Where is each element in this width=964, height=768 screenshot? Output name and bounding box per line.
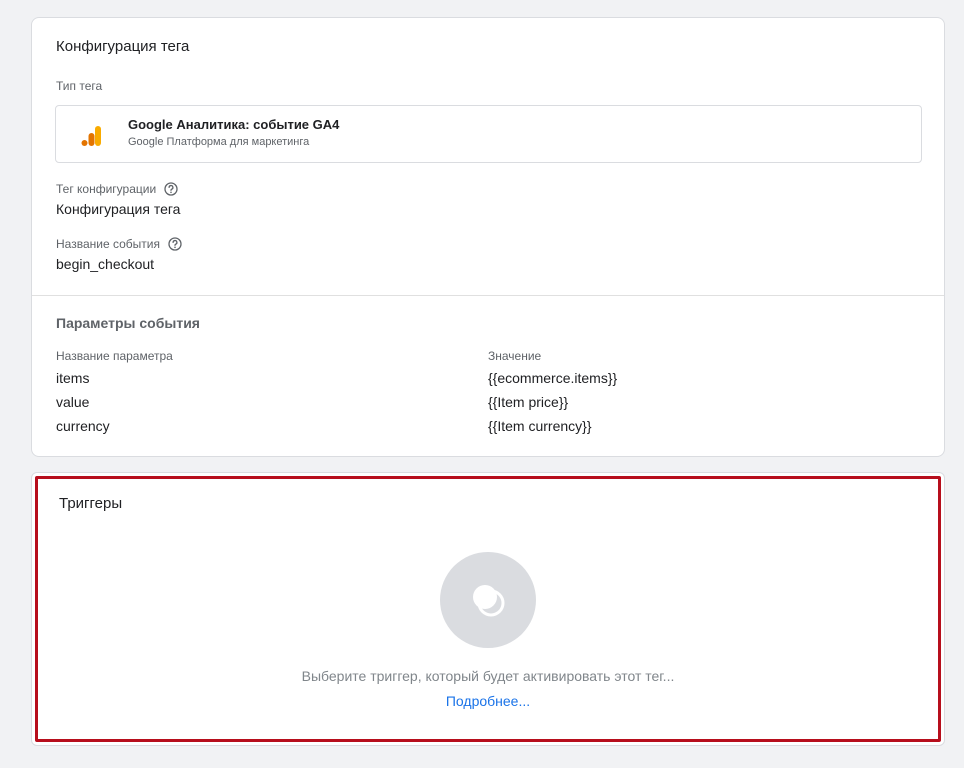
event-params-title: Параметры события xyxy=(56,315,200,331)
trigger-icon xyxy=(473,585,505,617)
param-value-header: Значение xyxy=(488,349,542,363)
config-tag-label: Тег конфигурации xyxy=(56,182,178,196)
help-icon[interactable] xyxy=(168,237,182,251)
tag-type-label-text: Тип тега xyxy=(56,79,103,93)
tag-type-selector[interactable]: Google Аналитика: событие GA4 Google Пла… xyxy=(55,105,922,163)
learn-more-link[interactable]: Подробнее... xyxy=(38,693,938,709)
tag-type-name: Google Аналитика: событие GA4 xyxy=(128,117,340,132)
section-divider xyxy=(32,295,944,296)
config-tag-label-text: Тег конфигурации xyxy=(56,182,157,196)
event-name-value: begin_checkout xyxy=(56,256,155,272)
triggers-highlight-frame[interactable]: Триггеры Выберите триггер, который будет… xyxy=(35,476,941,742)
param-value-cell: {{ecommerce.items}} xyxy=(488,370,618,386)
tag-configuration-card[interactable]: Конфигурация тега Тип тега Google Аналит… xyxy=(31,17,945,457)
event-name-label-text: Название события xyxy=(56,237,160,251)
event-name-label: Название события xyxy=(56,237,182,251)
param-name-cell: value xyxy=(56,394,90,410)
add-trigger-button[interactable] xyxy=(440,552,536,648)
help-icon[interactable] xyxy=(164,182,178,196)
param-value-cell: {{Item currency}} xyxy=(488,418,592,434)
param-name-cell: items xyxy=(56,370,90,386)
param-value-cell: {{Item price}} xyxy=(488,394,569,410)
tag-configuration-title: Конфигурация тега xyxy=(56,38,190,55)
tag-type-label: Тип тега xyxy=(56,79,102,93)
trigger-hint-text: Выберите триггер, который будет активиро… xyxy=(301,668,675,684)
triggers-title: Триггеры xyxy=(59,495,123,512)
config-tag-value: Конфигурация тега xyxy=(56,201,181,217)
param-name-header: Название параметра xyxy=(56,349,173,363)
google-analytics-icon xyxy=(81,126,101,146)
param-name-cell: currency xyxy=(56,418,110,434)
tag-type-subtitle: Google Платформа для маркетинга xyxy=(128,136,310,148)
